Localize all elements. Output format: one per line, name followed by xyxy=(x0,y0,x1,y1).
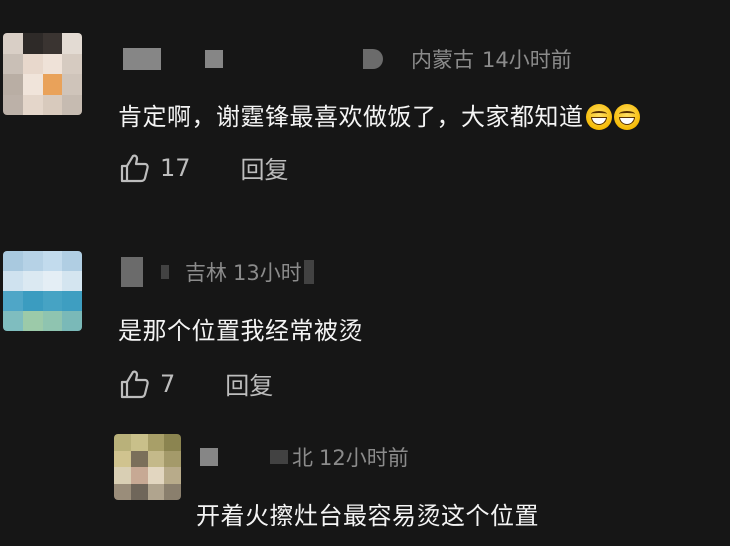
like-count: 7 xyxy=(160,369,176,398)
comment-actions: 17 回复 xyxy=(118,150,289,185)
like-count: 17 xyxy=(160,153,191,182)
like-button[interactable]: 17 xyxy=(118,152,191,184)
comment-text: 肯定啊，谢霆锋最喜欢做饭了，大家都知道 xyxy=(118,97,640,132)
comment-location: 内蒙古 xyxy=(411,48,474,72)
comment-meta: 吉林 13小时 xyxy=(121,257,314,287)
avatar[interactable] xyxy=(3,251,82,331)
username-redacted[interactable] xyxy=(123,48,411,70)
comment-time: 13小时 xyxy=(233,261,302,285)
comment-text-body: 开着火擦灶台最容易烫这个位置 xyxy=(196,502,539,530)
comment-time: 14小时前 xyxy=(482,48,572,72)
username-redacted[interactable] xyxy=(121,257,185,287)
comment-text-body: 肯定啊，谢霆锋最喜欢做饭了，大家都知道 xyxy=(118,103,584,131)
comment-meta: 内蒙古 14小时前 xyxy=(123,44,572,74)
comment-time: 12小时前 xyxy=(319,446,409,470)
comment-actions: 7 回复 xyxy=(118,366,273,401)
comment-text: 是那个位置我经常被烫 xyxy=(118,311,363,346)
comment-text-body: 是那个位置我经常被烫 xyxy=(118,317,363,345)
reply-button[interactable]: 回复 xyxy=(225,366,273,401)
username-redacted[interactable] xyxy=(200,448,292,466)
comment-meta: 北 12小时前 xyxy=(200,442,409,472)
grinning-face-emoji-icon xyxy=(613,104,640,130)
thumbs-up-icon xyxy=(120,370,149,398)
reply-button[interactable]: 回复 xyxy=(241,150,289,185)
like-button[interactable]: 7 xyxy=(118,368,175,400)
grinning-face-emoji-icon xyxy=(585,104,612,130)
avatar[interactable] xyxy=(3,33,82,115)
avatar[interactable] xyxy=(114,434,181,500)
comment-location: 吉林 xyxy=(185,261,227,285)
comment-text: 开着火擦灶台最容易烫这个位置 xyxy=(196,496,539,531)
thumbs-up-icon xyxy=(120,154,149,182)
comment-location: 北 xyxy=(292,446,313,470)
